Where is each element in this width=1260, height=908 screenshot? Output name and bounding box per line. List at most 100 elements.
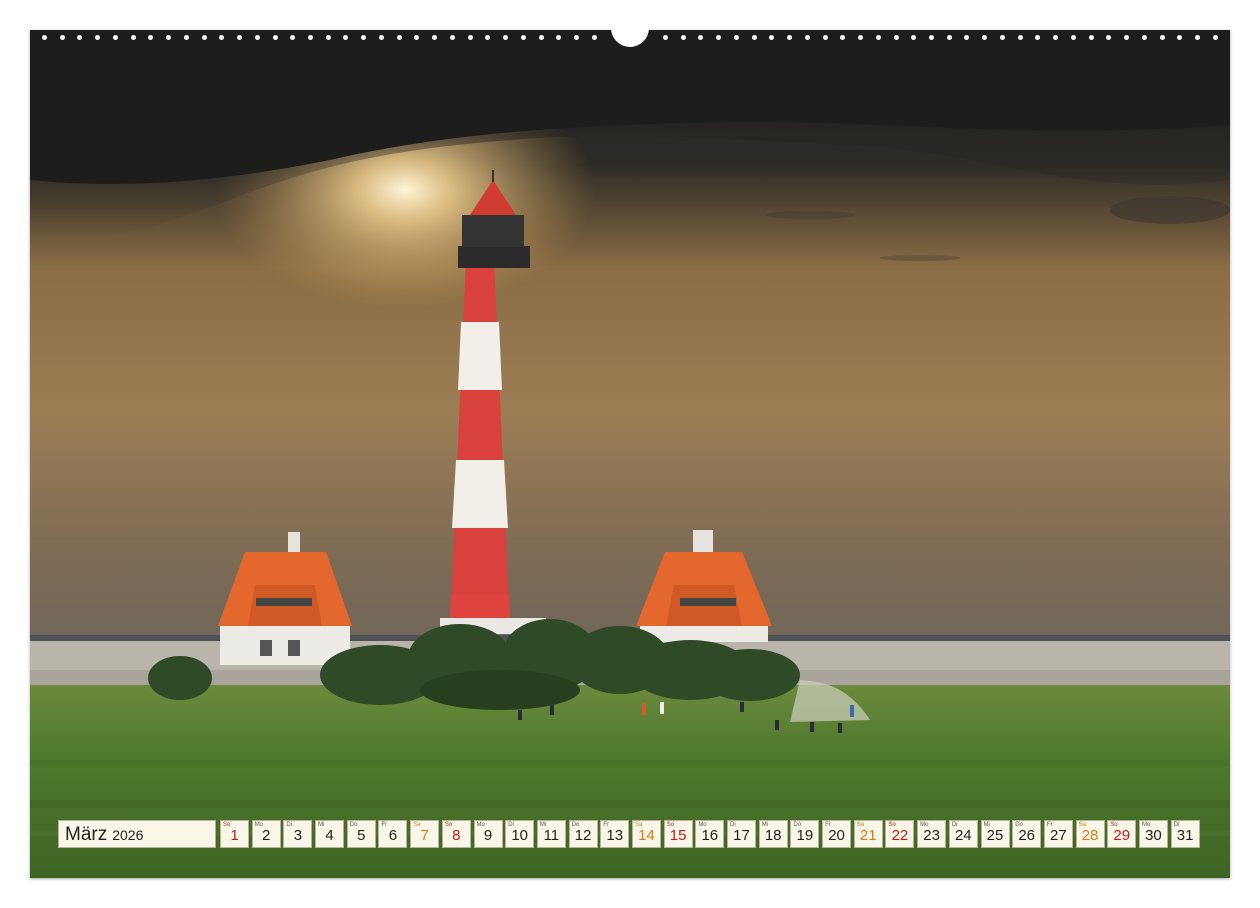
day-number: 18 xyxy=(764,827,782,844)
day-cell: Mi 11 xyxy=(536,820,566,848)
day-number: 3 xyxy=(293,827,303,844)
day-cell: Mo 9 xyxy=(473,820,503,848)
day-cell: Mo 16 xyxy=(695,820,725,848)
binding-hole xyxy=(183,34,189,40)
day-cell: Mi 18 xyxy=(758,820,788,848)
binding-hole xyxy=(716,34,722,40)
binding-hole xyxy=(804,34,810,40)
day-cell: Fr 27 xyxy=(1043,820,1073,848)
day-number: 30 xyxy=(1145,827,1162,844)
day-number: 8 xyxy=(452,827,461,844)
binding-hole xyxy=(254,34,260,40)
binding-hole xyxy=(95,34,101,40)
day-cell: So 8 xyxy=(441,820,471,848)
day-number: 19 xyxy=(796,827,814,844)
calendar-page: März 2026 So 1 Mo 2 Di 3 Mi 4 Do 5 Fr 6 Sa 7 So 8 Mo 9 Di 1… xyxy=(0,0,1260,908)
month-label: März 2026 xyxy=(58,820,216,848)
lighthouse-landscape-image xyxy=(30,30,1230,878)
day-cell: Do 19 xyxy=(790,820,820,848)
binding-hole xyxy=(663,34,668,40)
day-number: 16 xyxy=(701,827,719,844)
day-cell: Di 31 xyxy=(1170,820,1200,848)
binding-hole xyxy=(1177,34,1183,40)
binding-hole xyxy=(112,34,118,40)
binding-hole xyxy=(290,34,296,40)
binding-hole xyxy=(1195,34,1201,40)
binding-hole xyxy=(964,34,970,40)
binding-hole xyxy=(166,34,172,40)
binding-hole xyxy=(840,34,846,40)
binding-hole xyxy=(1070,34,1076,40)
binding-hole xyxy=(556,34,562,40)
binding-hole xyxy=(503,34,509,40)
binding-hole xyxy=(911,34,917,40)
binding-hole xyxy=(485,34,491,40)
calendar-strip: März 2026 So 1 Mo 2 Di 3 Mi 4 Do 5 Fr 6 Sa 7 So 8 Mo 9 Di 1… xyxy=(58,820,1202,850)
binding-hole xyxy=(1053,34,1059,40)
binding-hole xyxy=(219,34,225,40)
month-name: März xyxy=(65,824,108,845)
binding-hole xyxy=(999,34,1005,40)
day-number: 7 xyxy=(420,827,429,844)
binding-hole xyxy=(1106,34,1112,40)
day-cell: Fr 6 xyxy=(378,820,408,848)
calendar-photo xyxy=(30,30,1230,878)
day-cell: Mo 2 xyxy=(251,820,281,848)
day-number: 4 xyxy=(325,827,334,844)
binding-hole xyxy=(1141,34,1147,40)
day-cell: So 22 xyxy=(885,820,915,848)
binding-hole xyxy=(467,34,473,40)
day-cells: So 1 Mo 2 Di 3 Mi 4 Do 5 Fr 6 Sa 7 So 8 Mo 9 Di 10 Mi 11 Do 12 F… xyxy=(220,820,1202,850)
binding-hole xyxy=(787,34,793,40)
binding-holes-right xyxy=(663,34,1218,40)
binding-hole xyxy=(751,34,757,40)
binding-hole xyxy=(42,34,47,40)
binding-hole xyxy=(130,34,136,40)
day-number: 31 xyxy=(1176,827,1194,844)
day-number: 21 xyxy=(859,827,877,844)
day-number: 15 xyxy=(669,827,687,844)
binding-hole xyxy=(308,34,314,40)
day-cell: Mi 4 xyxy=(315,820,345,848)
binding-hole xyxy=(875,34,881,40)
day-cell: Di 17 xyxy=(727,820,756,848)
binding-hole xyxy=(343,34,349,40)
day-cell: Do 5 xyxy=(346,820,376,848)
binding-hole xyxy=(77,34,83,40)
year: 2026 xyxy=(112,827,144,843)
binding-hole xyxy=(520,34,526,40)
binding-hole xyxy=(733,34,739,40)
binding-hole xyxy=(929,34,935,40)
binding-hole xyxy=(148,34,154,40)
day-number: 28 xyxy=(1081,827,1099,844)
binding-hole xyxy=(1088,34,1094,40)
binding-hole xyxy=(538,34,544,40)
binding-hole xyxy=(1212,34,1218,40)
day-number: 13 xyxy=(606,827,624,844)
day-number: 29 xyxy=(1113,827,1131,844)
binding-hole xyxy=(982,34,988,40)
day-cell: Sa 14 xyxy=(631,820,661,848)
day-cell: Mi 25 xyxy=(980,820,1010,848)
day-cell: Di 3 xyxy=(283,820,313,848)
binding-hole xyxy=(680,34,686,40)
day-number: 26 xyxy=(1018,827,1036,844)
day-number: 12 xyxy=(574,827,592,844)
day-number: 9 xyxy=(483,827,493,844)
day-cell: Di 10 xyxy=(505,820,535,848)
day-cell: Sa 21 xyxy=(853,820,883,848)
day-number: 5 xyxy=(357,827,366,844)
binding-hole xyxy=(1035,34,1041,40)
binding-hole xyxy=(574,34,580,40)
binding-hole xyxy=(698,34,704,40)
day-cell: Di 24 xyxy=(948,820,978,848)
day-number: 11 xyxy=(543,827,560,844)
binding-hole xyxy=(396,34,402,40)
day-number: 27 xyxy=(1050,827,1067,844)
day-number: 10 xyxy=(511,827,529,844)
binding-hole xyxy=(361,34,367,40)
binding-hole xyxy=(237,34,243,40)
day-cell: Do 26 xyxy=(1012,820,1042,848)
day-number: 20 xyxy=(828,827,845,844)
day-number: 22 xyxy=(891,827,909,844)
